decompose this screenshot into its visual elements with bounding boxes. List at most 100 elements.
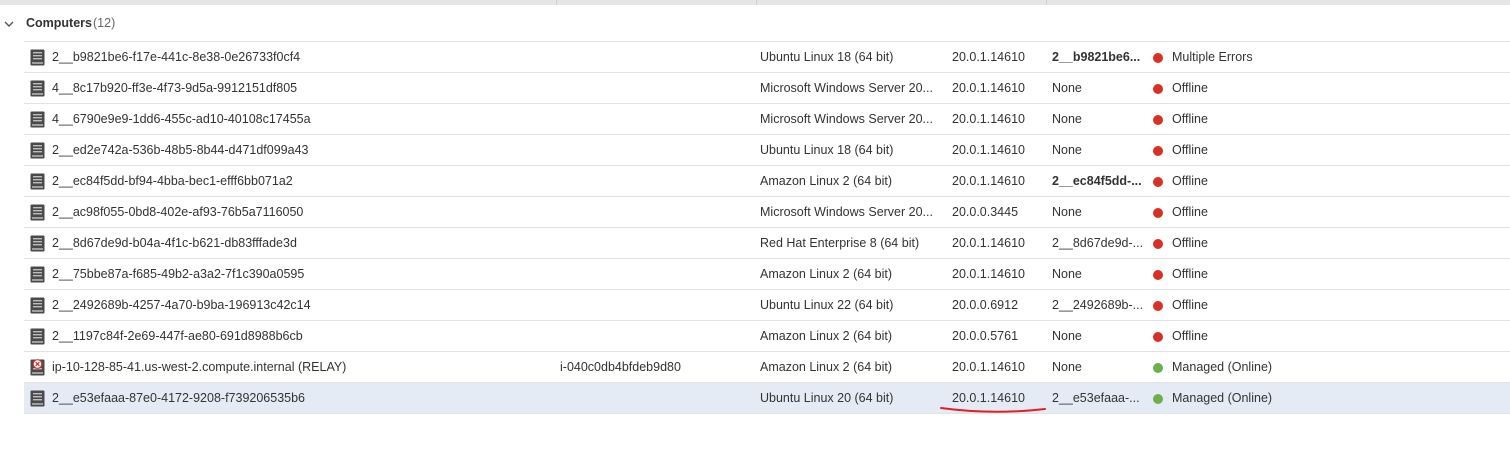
computers-table: 2__b9821be6-f17e-441c-8e38-0e26733f0cf4 U… [24, 41, 1510, 414]
operating-system: Microsoft Windows Server 20... [760, 112, 933, 126]
server-icon [30, 142, 45, 159]
server-icon [30, 80, 45, 97]
host-label: None [1052, 267, 1082, 281]
status-error-dot-icon [1153, 239, 1163, 249]
status-error-dot-icon [1153, 146, 1163, 156]
computer-name[interactable]: 2__2492689b-4257-4a70-b9ba-196913c42c14 [52, 298, 542, 312]
table-row[interactable]: 4__6790e9e9-1dd6-455c-ad10-40108c17455a M… [24, 103, 1510, 134]
server-icon [30, 49, 45, 66]
status-text: Managed (Online) [1172, 391, 1273, 405]
server-icon [30, 173, 45, 190]
operating-system: Microsoft Windows Server 20... [760, 205, 933, 219]
operating-system: Ubuntu Linux 22 (64 bit) [760, 298, 894, 312]
host-label: None [1052, 360, 1082, 374]
table-row[interactable]: 2__ac98f055-0bd8-402e-af93-76b5a7116050 M… [24, 196, 1510, 227]
agent-version: 20.0.1.14610 [952, 236, 1025, 250]
column-divider[interactable] [756, 0, 757, 5]
instance-id: i-040c0db4bfdeb9d80 [560, 360, 681, 374]
agent-version: 20.0.1.14610 [952, 360, 1025, 374]
agent-version: 20.0.1.14610 [952, 112, 1025, 126]
status-error-dot-icon [1153, 270, 1163, 280]
computer-name[interactable]: 2__ec84f5dd-bf94-4bba-bec1-efff6bb071a2 [52, 174, 542, 188]
server-icon [30, 266, 45, 283]
server-icon [30, 204, 45, 221]
table-row[interactable]: 2__75bbe87a-f685-49b2-a3a2-7f1c390a0595 A… [24, 258, 1510, 289]
operating-system: Amazon Linux 2 (64 bit) [760, 329, 893, 343]
host-label: 2__e53efaaa-... [1052, 391, 1140, 405]
agent-version: 20.0.1.14610 [952, 391, 1025, 405]
column-divider[interactable] [556, 0, 557, 5]
host-label: None [1052, 81, 1082, 95]
computer-name[interactable]: 2__1197c84f-2e69-447f-ae80-691d8988b6cb [52, 329, 542, 343]
operating-system: Amazon Linux 2 (64 bit) [760, 174, 893, 188]
status-text: Offline [1172, 205, 1208, 219]
status-error-dot-icon [1153, 84, 1163, 94]
operating-system: Red Hat Enterprise 8 (64 bit) [760, 236, 920, 250]
host-label: None [1052, 143, 1082, 157]
computer-name[interactable]: 4__6790e9e9-1dd6-455c-ad10-40108c17455a [52, 112, 542, 126]
relay-server-icon [30, 359, 45, 376]
agent-version: 20.0.1.14610 [952, 267, 1025, 281]
operating-system: Ubuntu Linux 20 (64 bit) [760, 391, 894, 405]
computer-name[interactable]: 2__ed2e742a-536b-48b5-8b44-d471df099a43 [52, 143, 542, 157]
server-icon [30, 297, 45, 314]
status-text: Offline [1172, 112, 1208, 126]
status-online-dot-icon [1153, 394, 1163, 404]
server-icon [30, 111, 45, 128]
server-icon [30, 235, 45, 252]
server-icon [30, 390, 45, 407]
computer-name[interactable]: 2__e53efaaa-87e0-4172-9208-f739206535b6 [52, 391, 542, 405]
agent-version: 20.0.1.14610 [952, 81, 1025, 95]
host-label: 2__8d67de9d-... [1052, 236, 1144, 250]
table-header-strip [0, 0, 1510, 5]
operating-system: Amazon Linux 2 (64 bit) [760, 267, 893, 281]
agent-version: 20.0.0.5761 [952, 329, 1019, 343]
operating-system: Amazon Linux 2 (64 bit) [760, 360, 893, 374]
table-row[interactable]: 2__ec84f5dd-bf94-4bba-bec1-efff6bb071a2 A… [24, 165, 1510, 196]
table-row[interactable]: ip-10-128-85-41.us-west-2.compute.intern… [24, 351, 1510, 382]
host-label: None [1052, 205, 1082, 219]
table-row[interactable]: 4__8c17b920-ff3e-4f73-9d5a-9912151df805 M… [24, 72, 1510, 103]
host-label: None [1052, 329, 1082, 343]
status-error-dot-icon [1153, 177, 1163, 187]
red-underline-annotation [940, 407, 1046, 413]
agent-version: 20.0.0.3445 [952, 205, 1019, 219]
computer-name[interactable]: 2__ac98f055-0bd8-402e-af93-76b5a7116050 [52, 205, 542, 219]
status-text: Managed (Online) [1172, 360, 1273, 374]
status-error-dot-icon [1153, 208, 1163, 218]
chevron-down-icon[interactable] [3, 18, 15, 30]
agent-version: 20.0.1.14610 [952, 143, 1025, 157]
table-row[interactable]: 2__8d67de9d-b04a-4f1c-b621-db83fffade3d R… [24, 227, 1510, 258]
agent-version: 20.0.1.14610 [952, 50, 1025, 64]
host-label: 2__ec84f5dd-... [1052, 174, 1142, 188]
computer-name[interactable]: 2__8d67de9d-b04a-4f1c-b621-db83fffade3d [52, 236, 542, 250]
computer-name[interactable]: 4__8c17b920-ff3e-4f73-9d5a-9912151df805 [52, 81, 542, 95]
table-row[interactable]: 2__e53efaaa-87e0-4172-9208-f739206535b6 U… [24, 382, 1510, 414]
status-error-dot-icon [1153, 115, 1163, 125]
group-header-computers[interactable]: Computers (12) [0, 7, 1510, 41]
computer-name[interactable]: 2__75bbe87a-f685-49b2-a3a2-7f1c390a0595 [52, 267, 542, 281]
agent-version: 20.0.0.6912 [952, 298, 1019, 312]
group-title: Computers [26, 16, 92, 30]
status-text: Multiple Errors [1172, 50, 1253, 64]
computer-name[interactable]: 2__b9821be6-f17e-441c-8e38-0e26733f0cf4 [52, 50, 542, 64]
operating-system: Ubuntu Linux 18 (64 bit) [760, 143, 894, 157]
group-count: (12) [93, 16, 116, 30]
status-text: Offline [1172, 267, 1208, 281]
status-text: Offline [1172, 174, 1208, 188]
status-error-dot-icon [1153, 53, 1163, 63]
status-error-dot-icon [1153, 301, 1163, 311]
computer-name[interactable]: ip-10-128-85-41.us-west-2.compute.intern… [52, 360, 542, 374]
table-row[interactable]: 2__1197c84f-2e69-447f-ae80-691d8988b6cb A… [24, 320, 1510, 351]
host-label: None [1052, 112, 1082, 126]
host-label: 2__2492689b-... [1052, 298, 1144, 312]
status-text: Offline [1172, 329, 1208, 343]
table-row[interactable]: 2__ed2e742a-536b-48b5-8b44-d471df099a43 U… [24, 134, 1510, 165]
table-row[interactable]: 2__b9821be6-f17e-441c-8e38-0e26733f0cf4 U… [24, 41, 1510, 72]
status-text: Offline [1172, 298, 1208, 312]
column-divider[interactable] [1046, 0, 1047, 5]
server-icon [30, 328, 45, 345]
status-text: Offline [1172, 143, 1208, 157]
operating-system: Ubuntu Linux 18 (64 bit) [760, 50, 894, 64]
table-row[interactable]: 2__2492689b-4257-4a70-b9ba-196913c42c14 U… [24, 289, 1510, 320]
